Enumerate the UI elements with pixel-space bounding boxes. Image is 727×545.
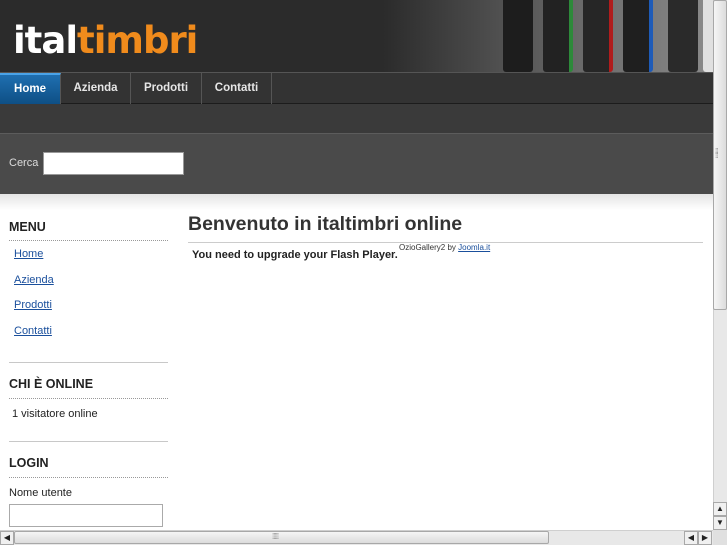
site-header: italtimbri <box>0 0 713 72</box>
sub-bar <box>0 104 713 134</box>
divider <box>9 398 168 399</box>
sidebar-item-contatti[interactable]: Contatti <box>14 325 52 337</box>
divider <box>9 240 168 241</box>
sidebar-item-home[interactable]: Home <box>14 248 43 260</box>
site-logo[interactable]: italtimbri <box>13 19 198 62</box>
menu-module-title: MENU <box>9 220 46 234</box>
username-input[interactable] <box>9 504 163 527</box>
search-label: Cerca <box>9 157 39 169</box>
credit-link[interactable]: Joomla.it <box>458 243 490 252</box>
arrow-left-icon[interactable]: ◀ <box>684 531 698 545</box>
nav-item-azienda[interactable]: Azienda <box>61 73 131 104</box>
arrow-left-icon[interactable]: ◀ <box>0 531 14 545</box>
page-title: Benvenuto in italtimbri online <box>188 213 463 235</box>
nav-item-home[interactable]: Home <box>0 73 61 104</box>
grip-icon: ⁞⁞⁞⁞⁞ <box>272 532 279 541</box>
grip-icon: ⁞⁞ ⁞⁞ <box>715 147 719 160</box>
arrow-down-icon[interactable]: ▼ <box>713 516 727 530</box>
divider <box>9 477 168 478</box>
login-module-title: LOGIN <box>9 456 49 470</box>
online-count-text: 1 visitatore online <box>12 408 98 420</box>
credit-text: OzioGallery2 by <box>399 243 456 252</box>
sidebar-item-prodotti[interactable]: Prodotti <box>14 299 52 311</box>
divider <box>9 362 168 363</box>
horizontal-scroll-thumb[interactable] <box>14 531 549 544</box>
divider-strip <box>0 194 713 210</box>
nav-item-contatti[interactable]: Contatti <box>202 73 272 104</box>
main-nav: Home Azienda Prodotti Contatti <box>0 72 713 104</box>
search-input[interactable] <box>43 152 184 175</box>
divider <box>9 441 168 442</box>
online-module-title: CHI È ONLINE <box>9 377 94 391</box>
nav-item-prodotti[interactable]: Prodotti <box>131 73 202 104</box>
scrollbar-corner <box>713 530 727 545</box>
logo-text-part2: timbri <box>77 19 198 62</box>
arrow-right-icon[interactable]: ▶ <box>698 531 712 545</box>
arrow-up-icon[interactable]: ▲ <box>713 502 727 516</box>
header-banner-image <box>383 0 713 72</box>
flash-upgrade-message: You need to upgrade your Flash Player. <box>192 249 398 261</box>
sidebar-item-azienda[interactable]: Azienda <box>14 274 54 286</box>
gallery-credit: OzioGallery2 by Joomla.it <box>399 243 490 252</box>
logo-text-part1: ital <box>13 19 78 62</box>
username-label: Nome utente <box>9 487 72 499</box>
